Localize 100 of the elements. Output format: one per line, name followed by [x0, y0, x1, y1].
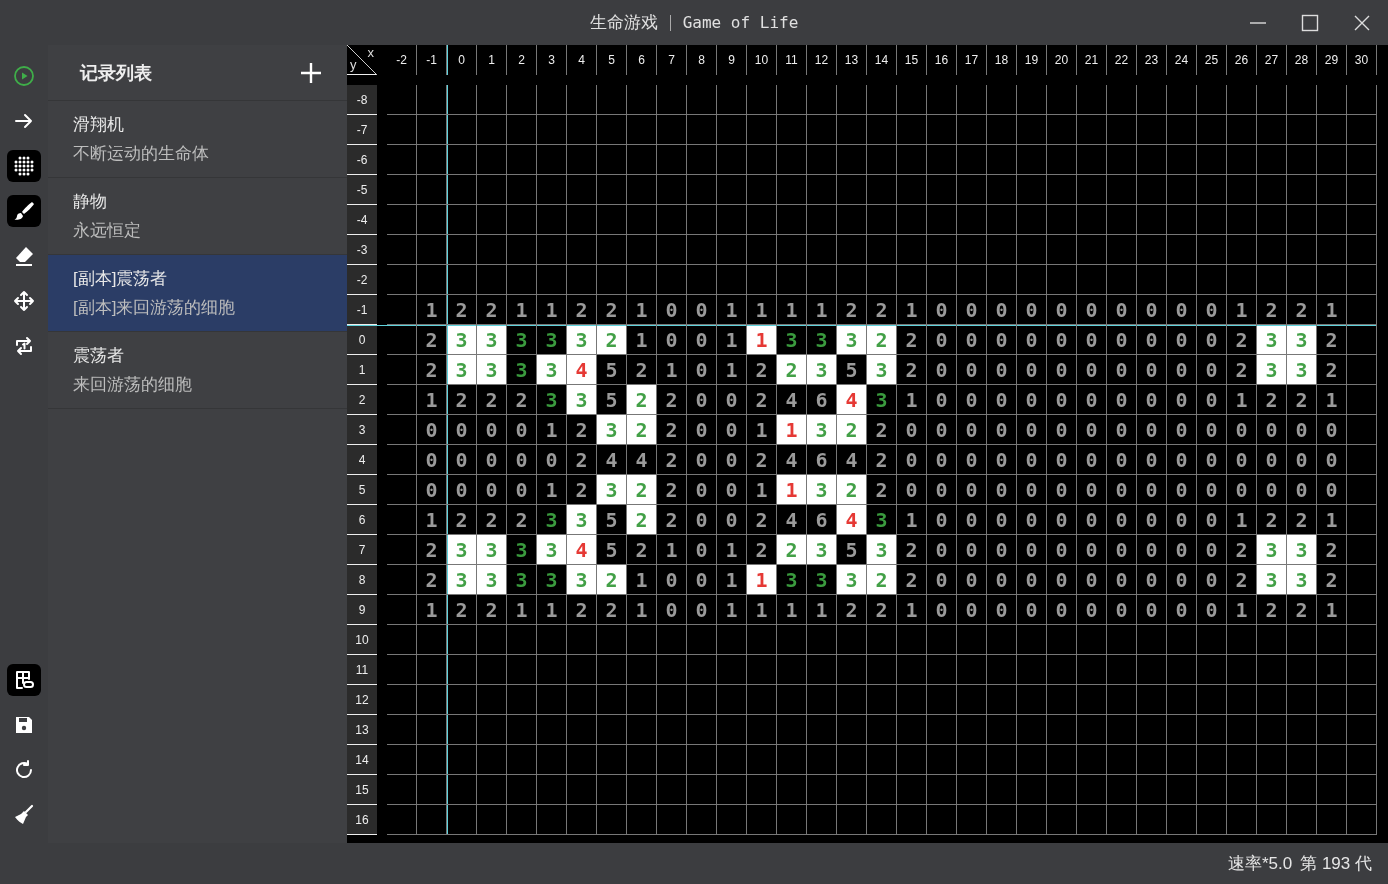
- grid-cell[interactable]: 0: [1077, 475, 1107, 505]
- grid-cell[interactable]: 0: [717, 415, 747, 445]
- grid-cell[interactable]: 2: [657, 415, 687, 445]
- grid-cell[interactable]: 0: [1167, 505, 1197, 535]
- grid-cell[interactable]: 0: [687, 385, 717, 415]
- grid-cell[interactable]: 0: [537, 445, 567, 475]
- grid-cell[interactable]: 0: [927, 535, 957, 565]
- grid-cell[interactable]: 0: [477, 475, 507, 505]
- grid-cell[interactable]: 0: [987, 355, 1017, 385]
- grid-cell[interactable]: 1: [777, 295, 807, 325]
- grid-cell[interactable]: 2: [477, 595, 507, 625]
- grid-cell[interactable]: 0: [1167, 295, 1197, 325]
- live-cell[interactable]: 4: [837, 385, 867, 415]
- grid-cell[interactable]: 0: [507, 415, 537, 445]
- grid-cell[interactable]: 0: [1287, 415, 1317, 445]
- grid-cell[interactable]: 0: [927, 565, 957, 595]
- grid-cell[interactable]: 1: [897, 595, 927, 625]
- grid-cell[interactable]: 5: [597, 355, 627, 385]
- grid-cell[interactable]: 2: [1317, 355, 1347, 385]
- grid-cell[interactable]: 2: [1317, 565, 1347, 595]
- grid-cell[interactable]: 1: [1317, 595, 1347, 625]
- grid-cell[interactable]: 0: [1167, 355, 1197, 385]
- grid-cell[interactable]: 0: [1017, 295, 1047, 325]
- grid-cell[interactable]: 1: [417, 505, 447, 535]
- grid-cell[interactable]: 1: [897, 295, 927, 325]
- grid-cell[interactable]: 0: [927, 355, 957, 385]
- grid-cell[interactable]: 2: [747, 505, 777, 535]
- grid-cell[interactable]: 2: [567, 445, 597, 475]
- grid-cell[interactable]: 0: [1107, 475, 1137, 505]
- grid-cell[interactable]: 2: [627, 535, 657, 565]
- grid-cell[interactable]: 2: [657, 475, 687, 505]
- grid-cell[interactable]: 3: [867, 385, 897, 415]
- grid-cell[interactable]: 0: [657, 565, 687, 595]
- live-cell[interactable]: 4: [837, 505, 867, 535]
- grid-cell[interactable]: 0: [687, 445, 717, 475]
- add-button[interactable]: [299, 60, 323, 85]
- grid-cell[interactable]: 2: [447, 385, 477, 415]
- grid-cell[interactable]: 0: [1167, 535, 1197, 565]
- grid-cell[interactable]: 2: [657, 445, 687, 475]
- grid-cell[interactable]: 2: [867, 475, 897, 505]
- grid-cell[interactable]: 2: [867, 595, 897, 625]
- grid-cell[interactable]: 0: [657, 325, 687, 355]
- grid-cell[interactable]: 0: [957, 295, 987, 325]
- grid-cell[interactable]: 0: [417, 445, 447, 475]
- live-cell[interactable]: 1: [777, 475, 807, 505]
- grid-cell[interactable]: 0: [1017, 535, 1047, 565]
- grid-cell[interactable]: 0: [507, 445, 537, 475]
- grid-cell[interactable]: 0: [1137, 415, 1167, 445]
- grid-cell[interactable]: 0: [1227, 415, 1257, 445]
- grid-cell[interactable]: 0: [1017, 445, 1047, 475]
- grid-cell[interactable]: 0: [1197, 325, 1227, 355]
- grid-cell[interactable]: 1: [897, 505, 927, 535]
- grid-cell[interactable]: 0: [1167, 595, 1197, 625]
- grid-cell[interactable]: 0: [1197, 445, 1227, 475]
- grid-cell[interactable]: 0: [1047, 475, 1077, 505]
- grid-cell[interactable]: 0: [1287, 475, 1317, 505]
- grid-cell[interactable]: 0: [957, 595, 987, 625]
- grid-cell[interactable]: 0: [1077, 325, 1107, 355]
- grid-cell[interactable]: 0: [1017, 475, 1047, 505]
- grid-cell[interactable]: 2: [447, 595, 477, 625]
- grid-cell[interactable]: 1: [537, 295, 567, 325]
- grid-cell[interactable]: 0: [1077, 445, 1107, 475]
- grid-cell[interactable]: 0: [1077, 535, 1107, 565]
- grid-cell[interactable]: 1: [657, 355, 687, 385]
- grid-cell[interactable]: 1: [417, 295, 447, 325]
- grid-cell[interactable]: 0: [1137, 535, 1167, 565]
- grid-cell[interactable]: 0: [1197, 385, 1227, 415]
- grid-cell[interactable]: 0: [1137, 565, 1167, 595]
- grid-cell[interactable]: 0: [417, 415, 447, 445]
- grid-cell[interactable]: 0: [1017, 565, 1047, 595]
- grid-cell[interactable]: 0: [1047, 385, 1077, 415]
- grid-cell[interactable]: 0: [927, 415, 957, 445]
- grid-cell[interactable]: 0: [687, 325, 717, 355]
- grid-cell[interactable]: 2: [897, 325, 927, 355]
- grid-cell[interactable]: 2: [897, 535, 927, 565]
- grid-cell[interactable]: 2: [477, 385, 507, 415]
- grid-cell[interactable]: 2: [897, 565, 927, 595]
- grid-cell[interactable]: 0: [927, 505, 957, 535]
- grid-cell[interactable]: 0: [687, 355, 717, 385]
- grid-cell[interactable]: 0: [1167, 565, 1197, 595]
- grid-cell[interactable]: 0: [687, 415, 717, 445]
- grid-cell[interactable]: 0: [1167, 385, 1197, 415]
- grid-cell[interactable]: 0: [957, 475, 987, 505]
- grid-cell[interactable]: 0: [1017, 415, 1047, 445]
- grid-cell[interactable]: 0: [687, 595, 717, 625]
- grid-cell[interactable]: 0: [717, 385, 747, 415]
- grid-cell[interactable]: 0: [1197, 595, 1227, 625]
- grid-cell[interactable]: 0: [687, 505, 717, 535]
- grid-cell[interactable]: 0: [1257, 415, 1287, 445]
- live-cell[interactable]: 4: [567, 355, 597, 385]
- grid-cell[interactable]: 1: [1317, 385, 1347, 415]
- grid-cell[interactable]: 0: [687, 535, 717, 565]
- grid-cell[interactable]: 0: [507, 475, 537, 505]
- grid-cell[interactable]: 2: [1287, 595, 1317, 625]
- grid-cell[interactable]: 0: [987, 595, 1017, 625]
- grid-cell[interactable]: 0: [687, 565, 717, 595]
- grid-cell[interactable]: 2: [657, 385, 687, 415]
- grid-cell[interactable]: 1: [417, 595, 447, 625]
- grid-cell[interactable]: 0: [927, 325, 957, 355]
- grid-cell[interactable]: 0: [987, 445, 1017, 475]
